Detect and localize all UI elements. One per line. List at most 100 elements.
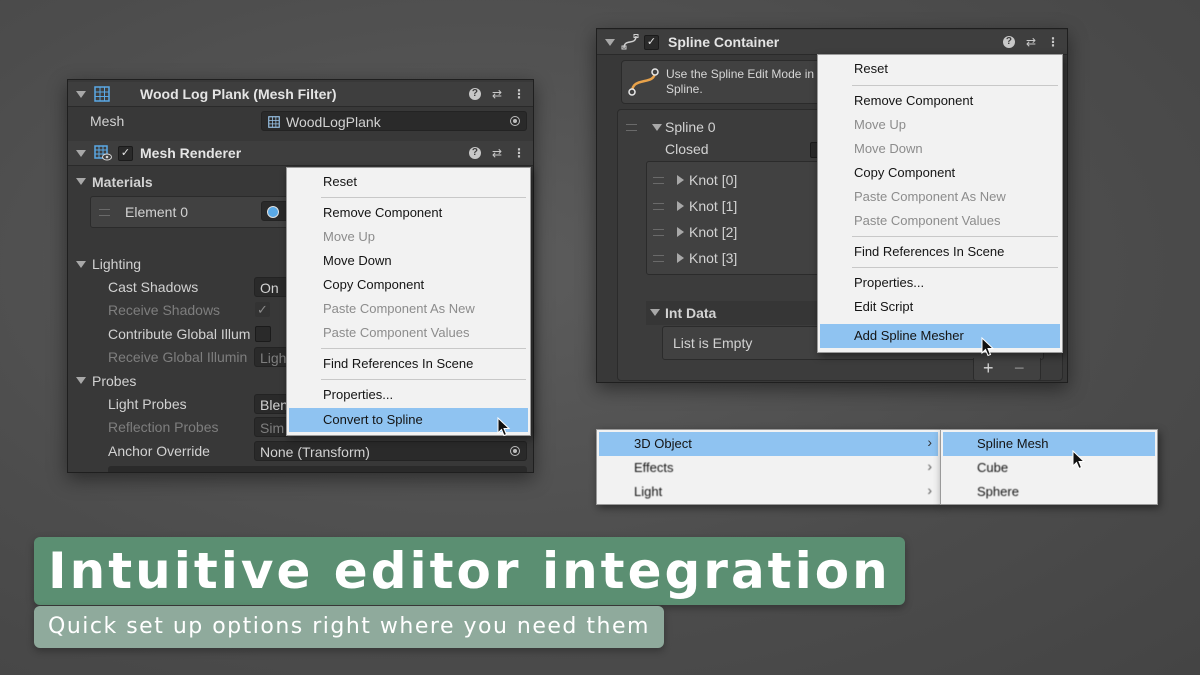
knot-foldout-arrow-icon[interactable] xyxy=(677,253,684,263)
enabled-checkbox[interactable]: ✓ xyxy=(644,34,659,50)
knot-0-label[interactable]: Knot [0] xyxy=(689,169,737,191)
header-icons: ? ⇄ ⋮ xyxy=(468,82,525,106)
menu-item-paste-component-as-new[interactable]: Paste Component As New xyxy=(289,298,528,320)
menu-item-add-spline-mesher[interactable]: Add Spline Mesher xyxy=(820,324,1060,348)
menu-item-remove-component[interactable]: Remove Component xyxy=(289,202,528,224)
headline-banner: Intuitive editor integration xyxy=(34,537,905,605)
materials-label[interactable]: Materials xyxy=(92,171,153,193)
reflection-probes-dropdown[interactable]: Sim xyxy=(254,417,289,437)
contribute-gi-checkbox[interactable] xyxy=(255,326,271,342)
lighting-label[interactable]: Lighting xyxy=(92,253,141,275)
menu-item-3d-object-label: 3D Object xyxy=(634,436,692,451)
menu-item-3d-object[interactable]: 3D Object › xyxy=(599,432,938,456)
menu-item-paste-component-values[interactable]: Paste Component Values xyxy=(820,210,1060,232)
knot-foldout-arrow-icon[interactable] xyxy=(677,201,684,211)
menu-item-convert-to-spline[interactable]: Convert to Spline xyxy=(289,408,528,432)
spline-edit-mode-icon xyxy=(628,68,659,96)
knot-foldout-arrow-icon[interactable] xyxy=(677,175,684,185)
cast-shadows-dropdown[interactable]: On xyxy=(254,277,289,297)
menu-item-move-up[interactable]: Move Up xyxy=(289,226,528,248)
spline-container-title: Spline Container xyxy=(668,34,780,50)
reflection-probes-value: Sim xyxy=(260,420,285,436)
more-options-icon[interactable]: ⋮ xyxy=(513,146,525,160)
menu-separator xyxy=(852,267,1058,268)
receive-gi-dropdown[interactable]: Ligh xyxy=(254,347,289,367)
drag-handle-icon[interactable] xyxy=(99,209,110,216)
receive-shadows-checkbox[interactable]: ✓ xyxy=(255,302,270,317)
menu-item-light[interactable]: Light › xyxy=(599,480,938,504)
menu-item-find-references[interactable]: Find References In Scene xyxy=(820,241,1060,263)
drag-handle-icon[interactable] xyxy=(653,229,664,236)
menu-item-edit-script[interactable]: Edit Script xyxy=(820,296,1060,318)
spline-container-header[interactable]: ✓ Spline Container ? ⇄ ⋮ xyxy=(597,30,1067,55)
light-probes-dropdown[interactable]: Blen xyxy=(254,394,289,414)
object-picker-icon[interactable] xyxy=(510,116,520,126)
menu-item-copy-component[interactable]: Copy Component xyxy=(820,162,1060,184)
mesh-filter-header[interactable]: Wood Log Plank (Mesh Filter) ? ⇄ ⋮ xyxy=(68,82,533,107)
menu-item-paste-component-as-new[interactable]: Paste Component As New xyxy=(820,186,1060,208)
anchor-override-field[interactable]: None (Transform) xyxy=(254,441,527,461)
menu-item-light-label: Light xyxy=(634,484,663,499)
preset-icon[interactable]: ⇄ xyxy=(1026,35,1036,49)
closed-label: Closed xyxy=(665,141,709,157)
probes-foldout-arrow-icon[interactable] xyxy=(76,377,86,384)
bottom-field-edge xyxy=(108,466,527,472)
knots-list-box: Knot [0] Knot [1] Knot [2] Knot [3] xyxy=(646,161,828,275)
mesh-grid-icon xyxy=(94,86,110,102)
knot-2-label[interactable]: Knot [2] xyxy=(689,221,737,243)
collapse-arrow-icon[interactable] xyxy=(605,38,615,46)
menu-item-effects[interactable]: Effects › xyxy=(599,456,938,480)
submenu-arrow-icon: › xyxy=(927,434,932,450)
mesh-grid-icon xyxy=(268,116,280,128)
mesh-field[interactable]: WoodLogPlank xyxy=(261,111,527,131)
probes-label[interactable]: Probes xyxy=(92,370,136,392)
add-button[interactable]: + xyxy=(983,358,994,379)
mesh-label: Mesh xyxy=(90,113,125,129)
menu-item-paste-component-values[interactable]: Paste Component Values xyxy=(289,322,528,344)
preset-icon[interactable]: ⇄ xyxy=(492,146,502,160)
menu-item-move-down[interactable]: Move Down xyxy=(820,138,1060,160)
knot-foldout-arrow-icon[interactable] xyxy=(677,227,684,237)
int-data-label: Int Data xyxy=(665,305,717,321)
help-icon[interactable]: ? xyxy=(1002,36,1015,48)
enabled-checkbox[interactable]: ✓ xyxy=(118,145,133,161)
menu-item-cube[interactable]: Cube xyxy=(943,456,1155,480)
more-options-icon[interactable]: ⋮ xyxy=(513,87,525,101)
menu-item-move-down[interactable]: Move Down xyxy=(289,250,528,272)
remove-button[interactable]: − xyxy=(1014,358,1025,379)
menu-item-move-up[interactable]: Move Up xyxy=(820,114,1060,136)
more-options-icon[interactable]: ⋮ xyxy=(1047,35,1059,49)
menu-item-spline-mesh[interactable]: Spline Mesh xyxy=(943,432,1155,456)
menu-item-properties[interactable]: Properties... xyxy=(289,384,528,406)
collapse-arrow-icon[interactable] xyxy=(76,149,86,157)
help-icon[interactable]: ? xyxy=(468,88,481,100)
menu-item-remove-component[interactable]: Remove Component xyxy=(820,90,1060,112)
submenu-arrow-icon: › xyxy=(927,482,932,498)
menu-item-copy-component[interactable]: Copy Component xyxy=(289,274,528,296)
menu-item-properties[interactable]: Properties... xyxy=(820,272,1060,294)
collapse-arrow-icon[interactable] xyxy=(76,90,86,98)
mesh-renderer-header[interactable]: ✓ Mesh Renderer ? ⇄ ⋮ xyxy=(68,141,533,166)
menu-item-reset[interactable]: Reset xyxy=(289,171,528,193)
object-picker-icon[interactable] xyxy=(510,446,520,456)
drag-handle-icon[interactable] xyxy=(653,255,664,262)
preset-icon[interactable]: ⇄ xyxy=(492,87,502,101)
subheadline-banner: Quick set up options right where you nee… xyxy=(34,606,664,648)
drag-handle-icon[interactable] xyxy=(626,124,637,131)
menu-item-reset[interactable]: Reset xyxy=(820,58,1060,80)
help-icon[interactable]: ? xyxy=(468,147,481,159)
spline-foldout-arrow-icon[interactable] xyxy=(652,124,662,131)
drag-handle-icon[interactable] xyxy=(653,177,664,184)
drag-handle-icon[interactable] xyxy=(653,203,664,210)
menu-item-sphere[interactable]: Sphere xyxy=(943,480,1155,504)
menu-separator xyxy=(321,197,526,198)
knot-3-label[interactable]: Knot [3] xyxy=(689,247,737,269)
knot-1-label[interactable]: Knot [1] xyxy=(689,195,737,217)
spline-0-label[interactable]: Spline 0 xyxy=(665,116,716,138)
component-context-menu: Reset Remove Component Move Up Move Down… xyxy=(817,54,1063,357)
lighting-foldout-arrow-icon[interactable] xyxy=(76,261,86,268)
menu-item-find-references[interactable]: Find References In Scene xyxy=(289,353,528,375)
int-data-foldout-arrow-icon[interactable] xyxy=(650,309,660,316)
materials-foldout-arrow-icon[interactable] xyxy=(76,178,86,185)
mesh-renderer-icon xyxy=(94,145,112,161)
